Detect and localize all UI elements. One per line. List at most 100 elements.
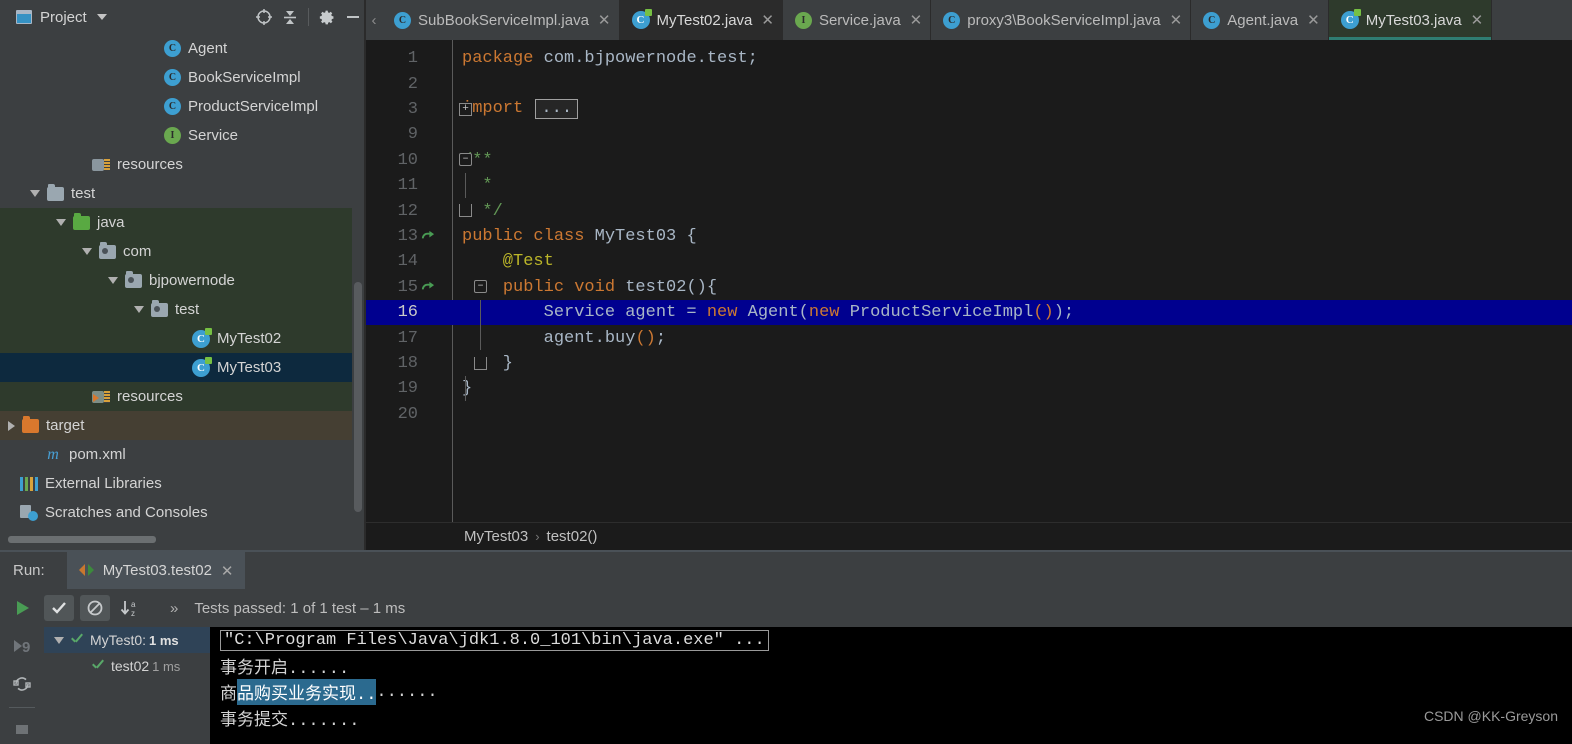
close-icon[interactable]: ✕ <box>1307 11 1320 29</box>
minimize-icon[interactable] <box>340 4 366 30</box>
fold-collapse-icon[interactable]: – <box>474 279 487 293</box>
fold-marker[interactable] <box>452 71 478 96</box>
run-test-icon[interactable] <box>420 280 435 295</box>
editor-tab-mytest02-java[interactable]: C MyTest02.java ✕ <box>619 0 783 40</box>
tree-node-bjpowernode[interactable]: bjpowernode <box>0 266 352 295</box>
tree-node-productserviceimpl[interactable]: C ProductServiceImpl <box>0 92 352 121</box>
console-line[interactable]: "C:\Program Files\Java\jdk1.8.0_101\bin\… <box>210 627 1572 653</box>
editor-tab-service-java[interactable]: I Service.java ✕ <box>783 0 932 40</box>
code-editor[interactable]: 1 package com.bjpowernode.test; 2 3 + import … <box>366 40 1572 522</box>
twisty-open-icon[interactable] <box>108 277 118 284</box>
twisty-open-icon[interactable] <box>54 636 64 644</box>
close-icon[interactable]: ✕ <box>1471 11 1484 29</box>
code-text[interactable]: import ... <box>462 99 579 120</box>
fold-marker[interactable] <box>452 351 487 376</box>
code-line-15[interactable]: 15 – public void test02(){ <box>366 275 1572 300</box>
twisty-closed-icon[interactable] <box>8 420 15 431</box>
fold-marker[interactable] <box>452 122 478 147</box>
tree-node-agent[interactable]: C Agent <box>0 34 352 63</box>
tree-node-external-libraries[interactable]: External Libraries <box>0 469 352 498</box>
fold-collapse-icon[interactable]: – <box>459 152 472 166</box>
hide-ignored-icon[interactable] <box>80 595 110 621</box>
code-line-12[interactable]: 12 */ <box>366 198 1572 223</box>
tree-node-bookserviceimpl[interactable]: C BookServiceImpl <box>0 63 352 92</box>
fold-marker[interactable]: – <box>452 275 487 300</box>
tree-node-mytest02[interactable]: C MyTest02 <box>0 324 352 353</box>
rerun-icon[interactable] <box>0 589 44 627</box>
twisty-open-icon[interactable] <box>82 248 92 255</box>
close-icon[interactable]: ✕ <box>1170 11 1183 29</box>
console-horizontal-scrollbar[interactable] <box>210 740 1572 744</box>
code-line-20[interactable]: 20 <box>366 402 1572 427</box>
project-tree-horizontal-scrollbar[interactable] <box>8 536 156 543</box>
code-text[interactable]: Service agent = new Agent(new ProductSer… <box>462 303 1075 322</box>
breadcrumb[interactable]: MyTest03 › test02() <box>366 522 1572 550</box>
code-line-17[interactable]: 17 agent.buy(); <box>366 325 1572 351</box>
twisty-open-icon[interactable] <box>30 190 40 197</box>
tree-node-pom-xml[interactable]: m pom.xml <box>0 440 352 469</box>
breadcrumb-class[interactable]: MyTest03 <box>464 528 528 545</box>
locate-target-icon[interactable] <box>251 4 277 30</box>
close-icon[interactable]: ✕ <box>761 11 774 29</box>
fold-marker[interactable] <box>452 46 478 71</box>
test-tree-row[interactable]: test02 1 ms <box>44 653 210 679</box>
tree-node-resources[interactable]: resources <box>0 150 352 179</box>
fold-marker[interactable] <box>452 173 478 198</box>
fold-marker[interactable] <box>452 300 481 325</box>
tree-node-mytest03[interactable]: C MyTest03 <box>0 353 352 382</box>
rerun-failed-icon[interactable]: 9 <box>0 627 44 665</box>
close-icon[interactable]: ✕ <box>598 11 611 29</box>
code-line-18[interactable]: 18 } <box>366 351 1572 376</box>
fold-marker[interactable]: + <box>452 97 478 122</box>
tree-node-scratches-and-consoles[interactable]: Scratches and Consoles <box>0 498 352 527</box>
console-line[interactable]: 事务开启...... <box>210 653 1572 679</box>
code-line-19[interactable]: 19} <box>366 376 1572 402</box>
fold-marker[interactable] <box>452 376 478 402</box>
project-tree-vertical-scrollbar[interactable] <box>354 282 362 512</box>
twisty-open-icon[interactable] <box>56 219 66 226</box>
code-line-1[interactable]: 1 package com.bjpowernode.test; <box>366 46 1572 71</box>
expand-output-icon[interactable]: » <box>170 600 178 617</box>
tree-node-test[interactable]: test <box>0 295 352 324</box>
run-configuration-tab[interactable]: MyTest03.test02 ✕ <box>66 552 246 589</box>
code-text[interactable]: public class MyTest03 { <box>462 227 697 246</box>
tree-node-target[interactable]: target <box>0 411 352 440</box>
show-passed-icon[interactable] <box>44 595 74 621</box>
tree-node-test[interactable]: test <box>0 179 352 208</box>
fold-end-icon[interactable] <box>459 204 472 218</box>
tabs-scroll-left-icon[interactable]: ‹ <box>366 0 382 40</box>
close-icon[interactable]: ✕ <box>910 11 923 29</box>
code-text[interactable]: package com.bjpowernode.test; <box>462 49 758 68</box>
fold-expand-icon[interactable]: + <box>459 102 472 116</box>
tree-node-com[interactable]: com <box>0 237 352 266</box>
editor-tab-proxy3-bookserviceimpl-java[interactable]: Cproxy3\BookServiceImpl.java ✕ <box>931 0 1192 40</box>
toggle-auto-test-icon[interactable] <box>0 665 44 703</box>
editor-tab-agent-java[interactable]: C Agent.java ✕ <box>1191 0 1329 40</box>
code-line-14[interactable]: 14 @Test <box>366 249 1572 274</box>
code-line-11[interactable]: 11 * <box>366 173 1572 198</box>
tree-node-service[interactable]: I Service <box>0 121 352 150</box>
editor-tab-subbookserviceimpl-java[interactable]: C SubBookServiceImpl.java ✕ <box>382 0 620 40</box>
settings-gear-icon[interactable] <box>314 4 340 30</box>
collapse-all-icon[interactable] <box>277 4 303 30</box>
run-test-icon[interactable] <box>420 229 435 244</box>
code-line-3[interactable]: 3 + import ... <box>366 97 1572 122</box>
code-line-16[interactable]: 16 Service agent = new Agent(new Product… <box>366 300 1572 326</box>
tree-node-resources[interactable]: resources <box>0 382 352 411</box>
fold-marker[interactable] <box>452 198 478 223</box>
console-line[interactable]: 事务提交....... <box>210 705 1572 731</box>
project-file-tree[interactable]: C Agent C BookServiceImpl C ProductServiceImp… <box>0 34 352 538</box>
test-results-tree[interactable]: MyTest0: 1 ms test02 1 ms <box>44 627 210 744</box>
console-output[interactable]: "C:\Program Files\Java\jdk1.8.0_101\bin\… <box>210 627 1572 744</box>
code-text[interactable]: agent.buy(); <box>462 329 666 348</box>
editor-tab-mytest03-java[interactable]: C MyTest03.java ✕ <box>1328 0 1493 40</box>
console-line[interactable]: 商品购买业务实现........ <box>210 679 1572 705</box>
twisty-open-icon[interactable] <box>134 306 144 313</box>
code-line-10[interactable]: 10–/** <box>366 148 1572 173</box>
fold-marker[interactable] <box>452 325 481 351</box>
fold-marker[interactable] <box>452 249 478 274</box>
breadcrumb-method[interactable]: test02() <box>547 528 598 545</box>
code-line-2[interactable]: 2 <box>366 71 1572 96</box>
fold-marker[interactable] <box>452 402 478 427</box>
close-icon[interactable]: ✕ <box>221 562 234 580</box>
